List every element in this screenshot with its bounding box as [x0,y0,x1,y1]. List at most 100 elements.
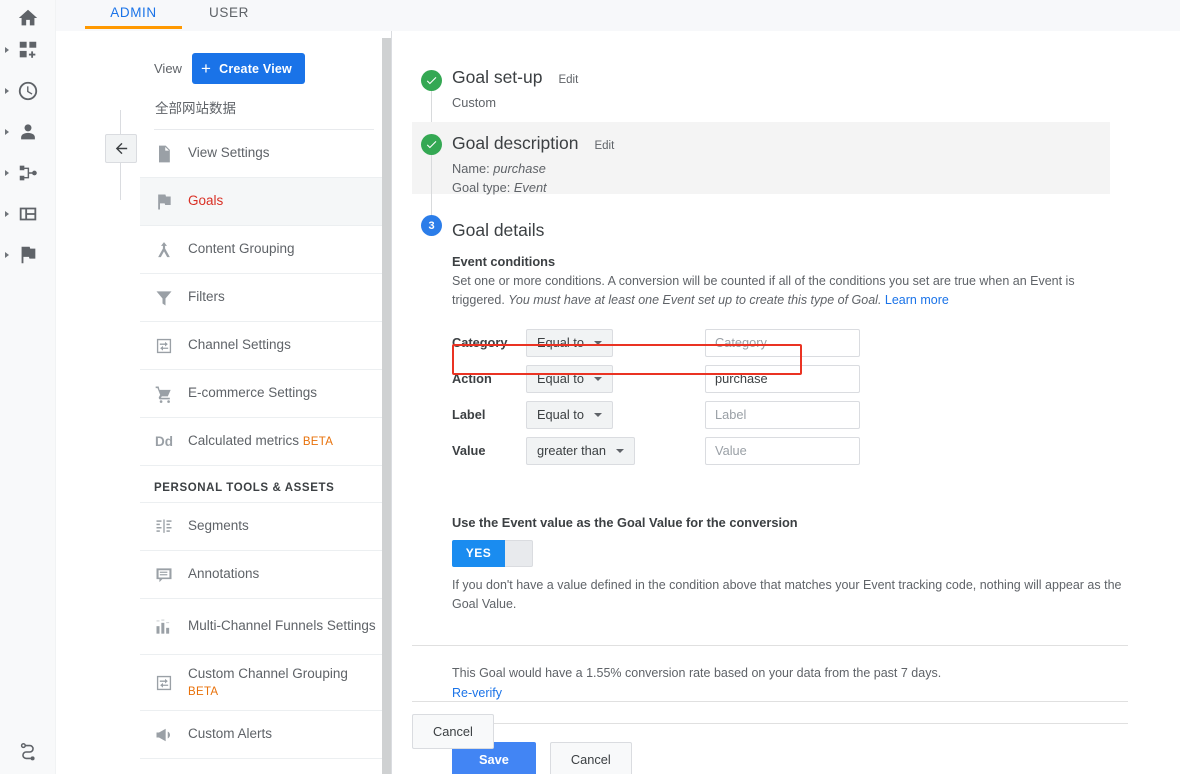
menu-label: Multi-Channel Funnels Settings [188,618,376,634]
top-tab-bar: ADMIN USER [56,0,1180,28]
chevron-right-icon [5,47,9,53]
conversions-flag-icon [21,246,36,264]
value-operator-select[interactable]: greater than [526,436,636,465]
menu-label: Goals [188,193,224,209]
chevron-right-icon [5,170,9,176]
menu-item-content-grouping[interactable]: Content Grouping [140,226,390,274]
menu-label: View Settings [188,145,270,161]
step-title-row: Goal description Edit [452,124,1110,154]
toggle-state-label: YES [452,539,505,567]
step-title: Goal description [452,133,579,153]
cancel-button[interactable]: Cancel [549,742,632,774]
menu-item-custom-alerts[interactable]: Custom Alerts [140,711,390,759]
edit-link[interactable]: Edit [558,74,578,86]
menu-label: Annotations [188,566,260,582]
menu-item-filters[interactable]: Filters [140,274,390,322]
action-value-input[interactable] [705,364,860,393]
content-grouping-icon [158,241,170,257]
menu-item-calculated-metrics[interactable]: Dd Calculated metrics BETA [140,418,390,466]
rail-item-conversions[interactable] [0,233,56,277]
funnel-icon [156,290,172,305]
bar-chart-icon [156,619,170,634]
category-operator-select[interactable]: Equal to [526,328,613,357]
value-value-input[interactable] [705,436,860,465]
condition-name: Label [452,407,486,423]
rail-item-attribution[interactable] [0,730,56,774]
label-operator-select[interactable]: Equal to [526,400,613,429]
menu-item-channel-settings[interactable]: Channel Settings [140,322,390,370]
menu-item-ecommerce-settings[interactable]: E-commerce Settings [140,370,390,418]
action-operator-select[interactable]: Equal to [526,364,613,393]
verification-text: This Goal would have a 1.55% conversion … [452,665,942,680]
menu-item-segments[interactable]: Segments [140,503,390,551]
operator-label: greater than [537,443,607,459]
bottom-divider [412,701,1128,702]
menu-label: Custom Channel Grouping [188,665,348,681]
audience-person-icon [21,124,35,140]
create-view-label: Create View [219,61,292,76]
goal-description-values: Name: purchase Goal type: Event [452,154,1110,197]
learn-more-link[interactable]: Learn more [885,293,949,307]
outer-cancel-button[interactable]: Cancel [412,714,494,749]
attribution-path-icon [20,743,35,761]
rail-item-behavior[interactable] [0,192,56,236]
personal-tools-section-title: PERSONAL TOOLS & ASSETS [140,466,390,503]
rail-item-realtime[interactable] [0,69,56,113]
menu-label: Filters [188,289,225,305]
menu-item-view-settings[interactable]: View Settings [140,130,390,178]
chevron-down-icon [593,340,602,345]
step-title: Goal details [452,220,545,240]
operator-label: Equal to [537,371,584,387]
goal-setup-value: Custom [452,95,497,110]
arrow-left-icon [115,142,127,155]
goal-step-details: 3 Goal details Event conditions Set one … [412,194,1182,774]
view-settings-panel: View + Create View 全部网站数据 View Settings … [140,31,390,774]
step-number-badge: 3 [421,215,442,236]
goal-step-description: Goal description Edit Name: purchase Goa… [412,122,1110,224]
tab-admin[interactable]: ADMIN [85,0,182,20]
event-value-toggle[interactable]: YES [452,539,533,567]
chevron-down-icon [616,448,625,453]
menu-item-multi-channel-funnels[interactable]: Multi-Channel Funnels Settings [140,599,390,655]
step-title-row: Goal set-up Edit [452,60,1182,88]
event-conditions-table: Category Equal to Action [452,328,860,473]
menu-label: E-commerce Settings [188,385,318,401]
beta-badge: BETA [302,436,334,449]
settings-menu: View Settings Goals Content Grouping Fil… [140,130,390,759]
rail-item-audience[interactable] [0,110,56,154]
rail-item-acquisition[interactable] [0,151,56,195]
category-value-input[interactable] [705,328,860,357]
tab-user[interactable]: USER [182,0,276,20]
channel-settings-icon [156,338,172,353]
condition-row-label: Label Equal to [452,400,860,437]
menu-item-goals[interactable]: Goals [140,178,390,226]
menu-item-annotations[interactable]: Annotations [140,551,390,599]
back-button[interactable] [105,134,137,163]
current-view-name[interactable]: 全部网站数据 [154,84,374,130]
menu-item-custom-channel-grouping[interactable]: Custom Channel Grouping BETA [140,655,390,711]
flag-icon [158,194,171,209]
create-view-button[interactable]: + Create View [191,53,305,84]
goal-type-label: Goal type: [452,179,514,195]
edit-link[interactable]: Edit [594,140,614,152]
goal-name-value: purchase [493,161,546,176]
operator-label: Equal to [537,335,584,351]
rail-item-customization[interactable] [0,28,56,72]
acquisition-branch-icon [19,165,37,181]
toggle-knob [505,539,533,567]
label-value-input[interactable] [705,400,860,429]
panel-header: View + Create View 全部网站数据 [140,31,390,130]
menu-label: Channel Settings [188,337,291,353]
menu-label: Content Grouping [188,241,295,257]
chevron-down-icon [593,412,602,417]
google-analytics-admin-screen: ADMIN USER View + Create View 全部网站数据 Vie… [0,0,1196,774]
panel-scrollbar[interactable] [382,38,391,774]
view-label: View [154,61,182,76]
active-tab-underline [85,26,182,29]
megaphone-icon [156,728,170,741]
segments-icon [156,519,172,533]
condition-row-category: Category Equal to [452,328,860,365]
condition-row-action: Action Equal to [452,364,860,401]
document-icon [159,145,170,162]
description-italic: You must have at least one Event set up … [508,293,882,308]
